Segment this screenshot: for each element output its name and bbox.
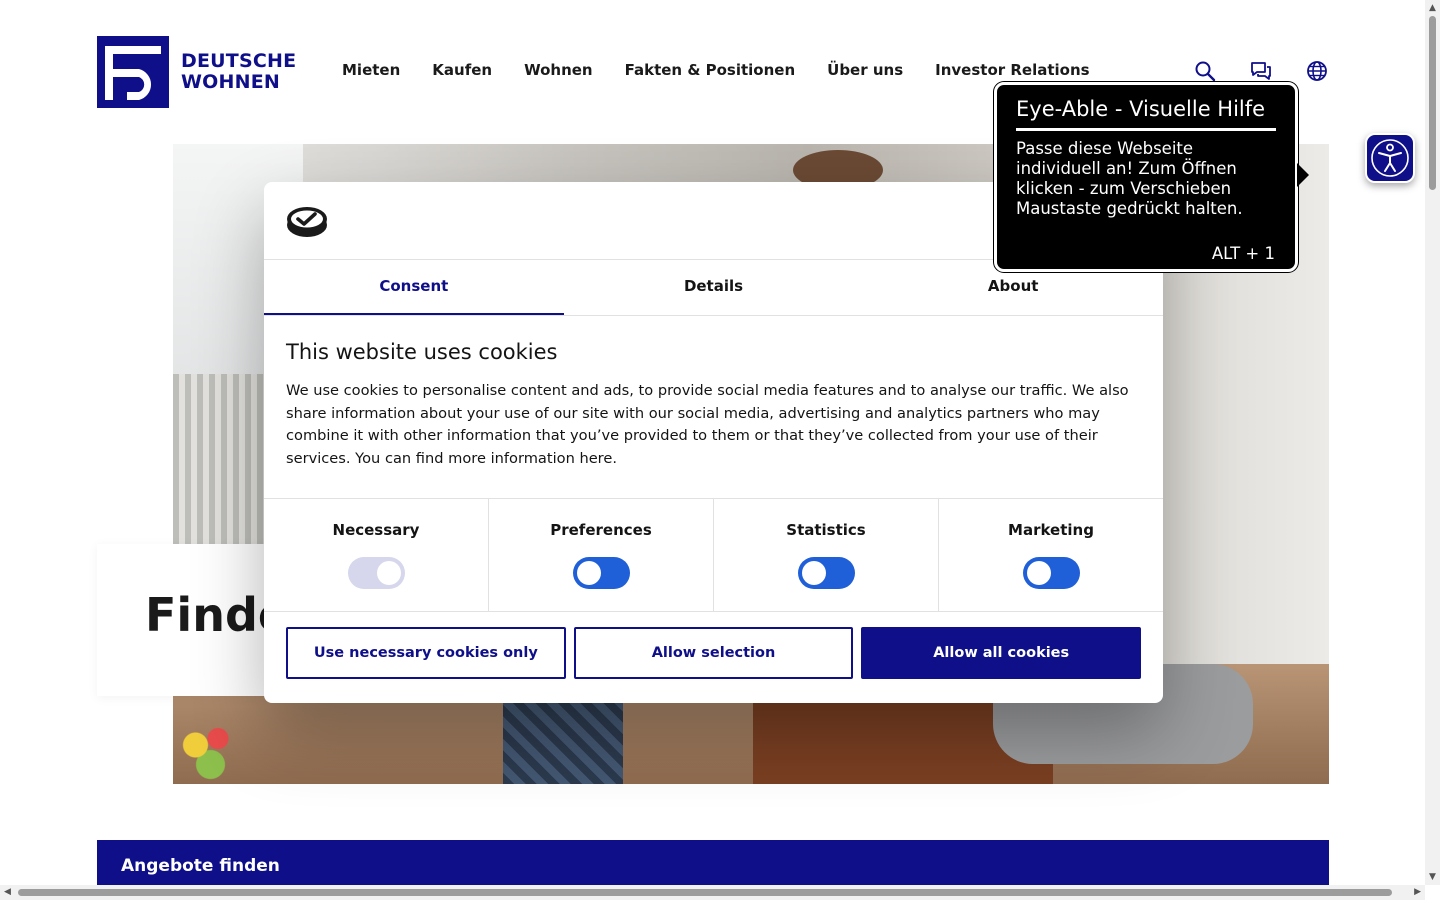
- nav-item-mieten[interactable]: Mieten: [342, 61, 400, 79]
- cookie-description: We use cookies to personalise content an…: [286, 382, 1129, 467]
- hero-flowers: [173, 719, 248, 784]
- eye-able-tooltip: Eye-Able - Visuelle Hilfe Passe diese We…: [994, 82, 1309, 272]
- category-statistics: Statistics: [714, 499, 939, 611]
- category-preferences-label: Preferences: [550, 521, 652, 539]
- search-icon[interactable]: [1194, 60, 1216, 82]
- brand-line-2: WOHNEN: [181, 71, 280, 93]
- brand-logo[interactable]: DEUTSCHE WOHNEN: [97, 36, 296, 108]
- deutsche-wohnen-logo-icon: [97, 36, 169, 108]
- eye-able-title: Eye-Able - Visuelle Hilfe: [1016, 97, 1276, 131]
- eye-able-shortcut: ALT + 1: [1211, 244, 1275, 263]
- allow-selection-button[interactable]: Allow selection: [573, 627, 854, 679]
- vertical-scroll-thumb[interactable]: [1429, 16, 1436, 190]
- nav-item-fakten-positionen[interactable]: Fakten & Positionen: [625, 61, 796, 79]
- scroll-up-arrow-icon[interactable]: ▲: [1429, 3, 1436, 13]
- header-icons: [1194, 60, 1328, 82]
- category-necessary-label: Necessary: [332, 521, 420, 539]
- main-navigation: Mieten Kaufen Wohnen Fakten & Positionen…: [342, 61, 1090, 79]
- cookie-body: This website uses cookies We use cookies…: [264, 316, 1163, 499]
- offers-bar[interactable]: Angebote finden: [97, 840, 1329, 890]
- statistics-toggle[interactable]: [797, 557, 855, 589]
- vertical-scrollbar[interactable]: ▲ ▼: [1425, 0, 1440, 885]
- scroll-down-arrow-icon[interactable]: ▼: [1429, 872, 1436, 882]
- accessibility-icon: [1371, 139, 1409, 177]
- brand-line-1: DEUTSCHE: [181, 50, 297, 72]
- chat-icon[interactable]: [1250, 60, 1272, 82]
- preferences-toggle[interactable]: [572, 557, 630, 589]
- category-necessary: Necessary: [264, 499, 489, 611]
- necessary-toggle: [347, 557, 405, 589]
- scroll-right-arrow-icon[interactable]: ▶: [1414, 887, 1421, 897]
- nav-item-wohnen[interactable]: Wohnen: [524, 61, 593, 79]
- use-necessary-cookies-button[interactable]: Use necessary cookies only: [286, 627, 566, 679]
- cookie-categories: Necessary Preferences Statistics Marketi…: [264, 499, 1163, 612]
- nav-item-kaufen[interactable]: Kaufen: [432, 61, 492, 79]
- marketing-toggle[interactable]: [1022, 557, 1080, 589]
- horizontal-scrollbar[interactable]: ◀ ▶: [0, 885, 1425, 900]
- eye-able-button[interactable]: [1365, 133, 1415, 183]
- offers-label: Angebote finden: [121, 856, 280, 876]
- hero-radiator: [173, 374, 268, 544]
- tab-consent[interactable]: Consent: [264, 260, 564, 315]
- eye-able-body: Passe diese Webseite individuell an! Zum…: [1016, 139, 1243, 218]
- category-statistics-label: Statistics: [786, 521, 866, 539]
- globe-icon[interactable]: [1306, 60, 1328, 82]
- scroll-left-arrow-icon[interactable]: ◀: [4, 887, 11, 897]
- category-marketing-label: Marketing: [1008, 521, 1094, 539]
- tab-details[interactable]: Details: [564, 260, 864, 315]
- category-preferences: Preferences: [489, 499, 714, 611]
- allow-all-cookies-button[interactable]: Allow all cookies: [861, 627, 1142, 679]
- horizontal-scroll-thumb[interactable]: [18, 889, 1392, 896]
- cookie-heading: This website uses cookies: [286, 340, 558, 364]
- category-marketing: Marketing: [939, 499, 1163, 611]
- cookiebot-logo-icon: [287, 207, 327, 237]
- cookie-buttons: Use necessary cookies only Allow selecti…: [264, 612, 1163, 679]
- nav-item-ueber-uns[interactable]: Über uns: [827, 61, 903, 79]
- brand-wordmark: DEUTSCHE WOHNEN: [181, 51, 296, 93]
- nav-item-investor-relations[interactable]: Investor Relations: [935, 61, 1089, 79]
